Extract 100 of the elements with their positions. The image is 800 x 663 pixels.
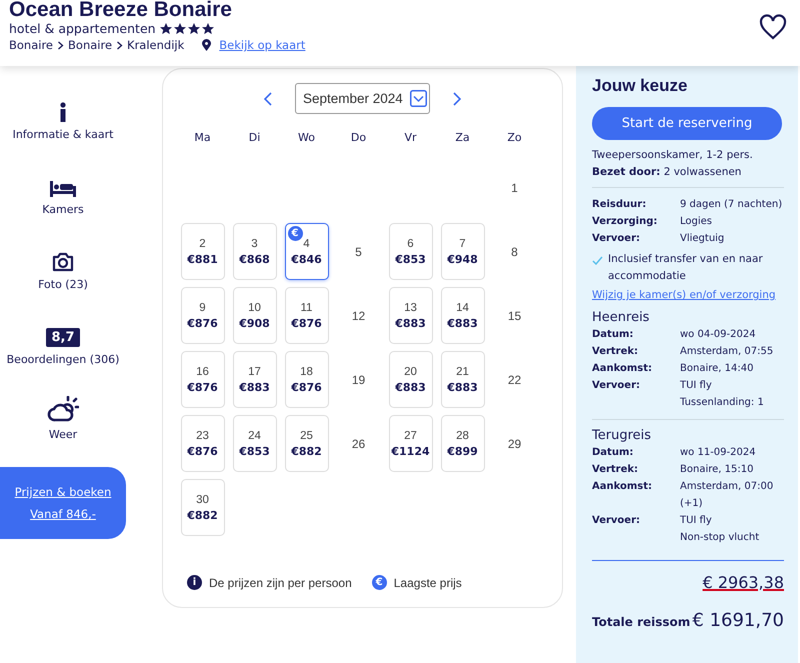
total-price: € 1691,70 (692, 610, 784, 631)
detail-label: Aankomst: (592, 480, 654, 494)
check-icon (592, 256, 603, 265)
sidebar-item[interactable]: Beoordelingen (306) (6, 353, 120, 366)
lowest-price-icon: € (372, 575, 387, 590)
total-label: Totale reissom (592, 615, 690, 629)
day-price-button[interactable]: 24 €853 (232, 415, 276, 472)
detail-value: wo 04-09-2024 (680, 328, 757, 342)
day-number: 26 (352, 436, 366, 450)
rating-badge: 8,7 (46, 328, 80, 347)
day-price-button[interactable]: 16 €876 (180, 351, 224, 408)
sidebar-item[interactable]: Weer (48, 428, 78, 441)
detail-value: Logies (680, 215, 714, 229)
day-number: 5 (355, 244, 362, 258)
day-price-button[interactable]: 11 €876 (284, 287, 328, 344)
hotel-type: hotel & appartementen (9, 21, 156, 36)
detail-label: Verzorging: (592, 215, 658, 229)
leg-title: Heenreis (592, 310, 650, 325)
legend-text: Laagste prijs (394, 576, 462, 590)
day-price-button[interactable]: 28 €899 (440, 415, 484, 472)
panel-title: Jouw keuze (592, 76, 688, 96)
weekday-label: Zo (506, 130, 523, 146)
book-button[interactable]: Prijzen & boeken Vanaf 846,- (0, 467, 126, 539)
sidebar-item[interactable]: Kamers (42, 203, 84, 216)
room-text: Tweepersoonskamer, 1-2 pers. (592, 149, 754, 161)
day-price-button[interactable]: 7 €948 (440, 223, 484, 280)
leg-title: Terugreis (592, 428, 652, 443)
start-booking-button[interactable]: Start de reservering (592, 107, 782, 140)
camera-icon (52, 252, 74, 272)
day-price-button[interactable]: 14 €883 (440, 287, 484, 344)
day-price-button[interactable]: 6 €853 (388, 223, 432, 280)
day-number: 12 (352, 308, 366, 322)
detail-label: Vervoer: (592, 232, 642, 246)
day-number: 29 (508, 436, 522, 450)
detail-value: (+1) (680, 497, 704, 511)
day-number: 8 (511, 244, 518, 258)
detail-value: 9 dagen (7 nachten) (680, 198, 784, 212)
day-price-button[interactable]: 3 €868 (232, 223, 276, 280)
weekday-label: Vr (403, 130, 418, 146)
map-link[interactable]: Bekijk op kaart (219, 38, 306, 52)
day-price-button[interactable]: 25 €882 (284, 415, 328, 472)
detail-value: Amsterdam, 07:00 (680, 480, 774, 494)
day-price-button[interactable]: 27 €1124 (388, 415, 432, 472)
day-price-button[interactable]: 30 €882 (180, 479, 224, 536)
day-number: 22 (508, 372, 522, 386)
info-icon: i (187, 575, 202, 590)
weekday-label: Wo (297, 130, 316, 146)
bed-icon (50, 181, 76, 197)
weekday-label: Za (454, 130, 471, 146)
breadcrumb-link[interactable]: Bonaire (68, 38, 112, 52)
day-price-button[interactable]: 13 €883 (388, 287, 432, 344)
detail-value: Non-stop vlucht (680, 531, 760, 545)
detail-value: Vliegtuig (680, 232, 726, 246)
day-price-button[interactable]: 21 €883 (440, 351, 484, 408)
chevron-icon (116, 40, 124, 50)
breadcrumb-link[interactable]: Bonaire (9, 38, 54, 52)
legend-text: De prijzen zijn per persoon (209, 576, 352, 590)
hotel-title: Ocean Breeze Bonaire (9, 0, 233, 20)
day-price-button[interactable]: 20 €883 (388, 351, 432, 408)
old-price: € 2963,38 (702, 573, 784, 592)
sidebar-item[interactable]: Informatie & kaart (12, 128, 114, 141)
detail-value: TUI fly (680, 514, 713, 528)
detail-value: wo 11-09-2024 (680, 446, 757, 460)
detail-label: Vertrek: (592, 463, 640, 477)
change-link[interactable]: Wijzig je kamer(s) en/of verzorging (592, 289, 776, 301)
day-price-button[interactable]: € 4 €846 (284, 223, 328, 280)
dropdown-icon (410, 90, 427, 107)
detail-value: Bonaire, 14:40 (680, 362, 754, 376)
detail-label: Vervoer: (592, 514, 642, 528)
weekday-label: Do (350, 130, 368, 146)
sidebar-item[interactable]: Foto (23) (38, 278, 88, 291)
weather-icon (47, 396, 79, 422)
detail-label: Vertrek: (592, 345, 640, 359)
day-price-button[interactable]: 23 €876 (180, 415, 224, 472)
heart-icon[interactable] (759, 14, 787, 40)
day-number: 15 (508, 308, 522, 322)
detail-value: TUI fly (680, 379, 713, 393)
lowest-price-badge: € (288, 226, 302, 241)
detail-label: Reisduur: (592, 198, 648, 212)
detail-label: Datum: (592, 446, 634, 460)
day-price-button[interactable]: 9 €876 (180, 287, 224, 344)
info-icon (60, 102, 66, 122)
included-text: Inclusief transfer van en naar accommodatie (608, 252, 764, 284)
day-price-button[interactable]: 18 €876 (284, 351, 328, 408)
day-price-button[interactable]: 10 €908 (232, 287, 276, 344)
breadcrumb-link[interactable]: Kralendijk (127, 38, 184, 52)
occupancy-text: Bezet door: 2 volwassenen (592, 166, 742, 178)
detail-label: Vervoer: (592, 379, 642, 393)
chevron-icon (57, 40, 64, 50)
day-price-button[interactable]: 17 €883 (232, 351, 276, 408)
day-number: 19 (352, 372, 366, 386)
detail-value: Amsterdam, 07:55 (680, 345, 774, 359)
day-price-button[interactable]: 2 €881 (180, 223, 224, 280)
weekday-label: Ma (193, 130, 212, 146)
detail-value: Bonaire, 15:10 (680, 463, 754, 477)
month-dropdown[interactable]: September 2024 (295, 83, 430, 114)
day-number: 1 (511, 180, 518, 194)
detail-label: Datum: (592, 328, 634, 342)
detail-value: Tussenlanding: 1 (680, 396, 765, 410)
pin-icon (202, 39, 212, 51)
